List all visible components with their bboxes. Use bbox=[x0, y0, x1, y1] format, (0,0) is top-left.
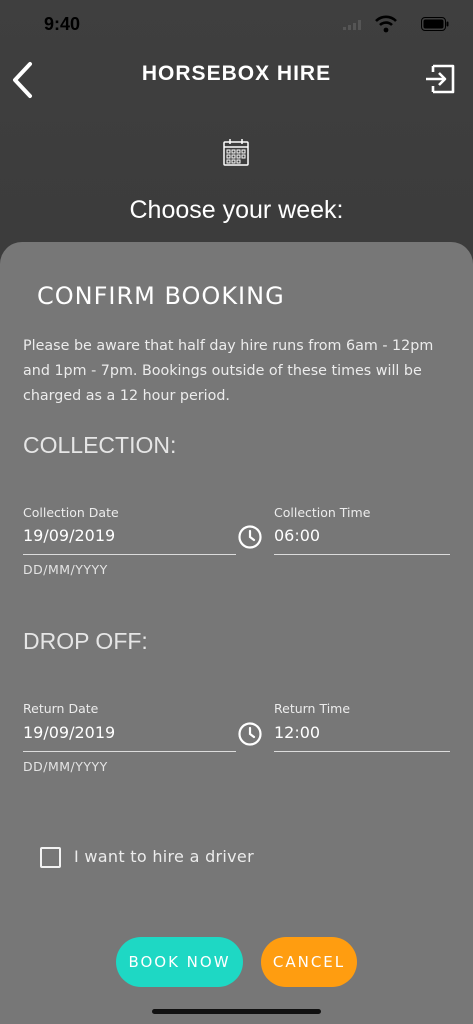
hire-driver-label: I want to hire a driver bbox=[74, 847, 254, 866]
booking-notice: Please be aware that half day hire runs … bbox=[23, 338, 434, 404]
modal-title: CONFIRM BOOKING bbox=[37, 282, 285, 310]
calendar-icon bbox=[223, 139, 249, 166]
clock-icon[interactable] bbox=[238, 525, 262, 549]
collection-time-input[interactable]: 06:00 bbox=[274, 526, 320, 545]
collection-date-hint: DD/MM/YYYY bbox=[23, 562, 108, 577]
return-date-label: Return Date bbox=[23, 701, 99, 716]
status-icons bbox=[329, 15, 449, 34]
signal-icon bbox=[343, 20, 361, 30]
book-now-button[interactable]: BOOK NOW bbox=[116, 937, 243, 987]
status-time: 9:40 bbox=[44, 14, 81, 34]
return-time-input[interactable]: 12:00 bbox=[274, 723, 320, 742]
collection-time-label: Collection Time bbox=[274, 505, 371, 520]
choose-week-label: Choose your week: bbox=[129, 196, 344, 224]
return-date-input[interactable]: 19/09/2019 bbox=[23, 723, 115, 742]
collection-heading: COLLECTION: bbox=[23, 432, 177, 458]
clock-icon[interactable] bbox=[238, 722, 262, 746]
app-header: HORSEBOX HIRE bbox=[0, 44, 473, 122]
collection-time-underline bbox=[274, 554, 450, 555]
home-indicator bbox=[152, 1009, 321, 1014]
wifi-icon bbox=[375, 15, 397, 33]
battery-icon bbox=[421, 17, 449, 31]
collection-date-label: Collection Date bbox=[23, 505, 119, 520]
cancel-button[interactable]: CANCEL bbox=[261, 937, 357, 987]
collection-date-input[interactable]: 19/09/2019 bbox=[23, 526, 115, 545]
hire-driver-checkbox[interactable] bbox=[40, 847, 61, 868]
confirm-booking-modal: CONFIRM BOOKING Please be aware that hal… bbox=[0, 242, 473, 1024]
return-date-underline bbox=[23, 751, 236, 752]
dropoff-heading: DROP OFF: bbox=[23, 628, 148, 654]
return-time-label: Return Time bbox=[274, 701, 351, 716]
return-date-hint: DD/MM/YYYY bbox=[23, 759, 108, 774]
logout-icon[interactable] bbox=[423, 62, 457, 96]
page-title: HORSEBOX HIRE bbox=[141, 62, 332, 85]
return-time-underline bbox=[274, 751, 450, 752]
collection-date-underline bbox=[23, 554, 236, 555]
